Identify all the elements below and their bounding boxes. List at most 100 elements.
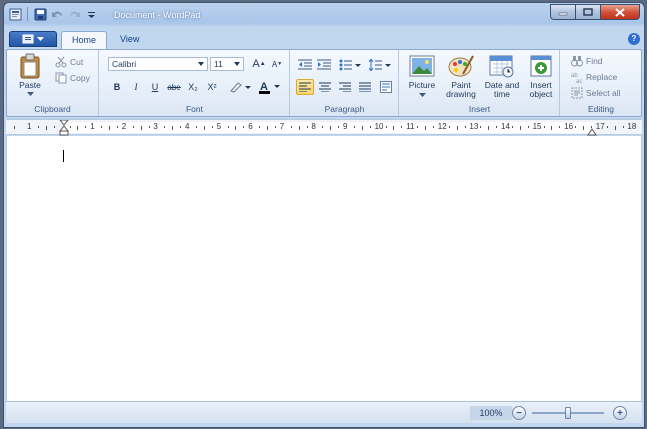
paragraph-dialog-button[interactable] (377, 79, 395, 95)
justify-button[interactable] (356, 79, 374, 95)
title-bar[interactable]: Document - WordPad (4, 3, 644, 27)
customize-qat-icon[interactable] (84, 7, 98, 21)
ruler-tick (267, 126, 268, 130)
align-center-icon (319, 82, 331, 92)
qat-separator (27, 7, 28, 21)
ruler-tick (590, 126, 592, 128)
ruler-tick (464, 126, 466, 128)
font-size-value: 11 (214, 59, 223, 69)
paste-button[interactable]: Paste (13, 53, 47, 97)
decrease-indent-button[interactable] (296, 57, 314, 73)
insert-group-label: Insert (468, 104, 491, 114)
help-icon[interactable]: ? (628, 33, 640, 45)
font-family-select[interactable]: Calibri (108, 57, 208, 71)
ruler-tick (243, 126, 245, 128)
ruler-tick (132, 126, 134, 128)
zoom-in-button[interactable]: + (613, 406, 627, 420)
ruler-tick (211, 126, 213, 128)
ruler-tick (298, 126, 300, 130)
ruler-tick (164, 126, 166, 128)
editing-group-label: Editing (588, 104, 614, 114)
insert-object-button[interactable]: Insert object (524, 53, 558, 99)
close-button[interactable] (600, 4, 640, 20)
minimize-icon (558, 12, 568, 16)
paste-label: Paste (19, 80, 41, 90)
ruler-tick (69, 126, 71, 128)
ruler-number: 1 (90, 122, 95, 131)
ruler-number: 2 (121, 122, 127, 131)
paint-palette-icon (447, 53, 475, 79)
bullets-button[interactable] (337, 57, 363, 73)
ruler-number: 12 (437, 122, 447, 131)
maximize-button[interactable] (575, 4, 600, 20)
copy-button[interactable]: Copy (55, 71, 90, 85)
save-icon[interactable] (33, 7, 47, 21)
increase-indent-button[interactable] (315, 57, 333, 73)
ruler-number: 1 (27, 122, 32, 131)
align-left-icon (299, 82, 311, 92)
paint-drawing-label-2: drawing (446, 89, 476, 99)
insert-object-icon (527, 53, 555, 79)
ruler[interactable]: 1 1 2 3 4 5 6 7 8 9 10 11 12 13 14 15 16 17 18 (6, 119, 642, 136)
ruler-number: 8 (311, 122, 316, 131)
ruler-tick (203, 126, 205, 130)
ruler-number: 14 (501, 122, 510, 131)
text-color-button[interactable]: A (256, 79, 282, 95)
select-all-icon (571, 87, 583, 99)
align-right-icon (339, 82, 351, 92)
document-area[interactable] (6, 136, 642, 401)
grow-font-button[interactable]: A ▲ (250, 56, 268, 72)
date-time-button[interactable]: Date and time (482, 53, 522, 99)
superscript-button[interactable]: X² (203, 79, 221, 95)
bold-button[interactable]: B (108, 79, 126, 95)
ruler-tick (330, 126, 332, 130)
ruler-tick (172, 126, 174, 130)
redo-icon[interactable] (67, 7, 81, 21)
zoom-level[interactable]: 100% (470, 406, 512, 420)
indent-marker-icon[interactable] (59, 120, 69, 136)
highlight-color-button[interactable] (226, 79, 254, 95)
select-all-button[interactable]: Select all (571, 86, 621, 100)
ruler-tick (180, 126, 182, 128)
paint-drawing-button[interactable]: Paint drawing (442, 53, 480, 99)
strikethrough-button[interactable]: abe (165, 79, 183, 95)
tab-home[interactable]: Home (61, 31, 108, 49)
ruler-number: 15 (532, 122, 542, 131)
ruler-tick (385, 126, 387, 128)
underline-button[interactable]: U (146, 79, 164, 95)
ruler-tick (551, 126, 553, 130)
minimize-button[interactable] (550, 4, 575, 20)
group-font: Calibri 11 A ▲ A ▼ B I U abe X₂ X² A Font (100, 50, 290, 116)
align-center-button[interactable] (316, 79, 334, 95)
zoom-slider-thumb[interactable] (565, 407, 571, 419)
tab-view[interactable]: View (110, 31, 149, 49)
app-icon[interactable] (8, 7, 22, 21)
line-spacing-button[interactable] (367, 57, 393, 73)
ruler-tick (496, 126, 498, 128)
ruler-tick (559, 126, 561, 128)
ruler-tick (543, 126, 545, 128)
document-menu-icon (22, 34, 34, 44)
ruler-tick (614, 126, 616, 130)
picture-button[interactable]: Picture (404, 53, 440, 98)
maximize-icon (583, 8, 593, 16)
text-caret (63, 150, 64, 162)
font-size-select[interactable]: 11 (210, 57, 244, 71)
zoom-out-button[interactable]: − (512, 406, 526, 420)
replace-button[interactable]: ab ac Replace (571, 70, 617, 84)
undo-icon[interactable] (50, 7, 64, 21)
find-button[interactable]: Find (571, 54, 603, 68)
ruler-tick (361, 126, 363, 130)
increase-indent-icon (317, 59, 331, 70)
shrink-font-button[interactable]: A ▼ (268, 56, 286, 72)
application-menu-button[interactable] (9, 31, 57, 47)
align-right-button[interactable] (336, 79, 354, 95)
subscript-button[interactable]: X₂ (184, 79, 202, 95)
chevron-down-icon (418, 93, 426, 97)
align-left-button[interactable] (296, 79, 314, 95)
cut-button[interactable]: Cut (55, 55, 83, 69)
italic-button[interactable]: I (127, 79, 145, 95)
close-icon (615, 7, 625, 17)
ruler-tick (353, 126, 355, 128)
ruler-tick (401, 126, 403, 128)
